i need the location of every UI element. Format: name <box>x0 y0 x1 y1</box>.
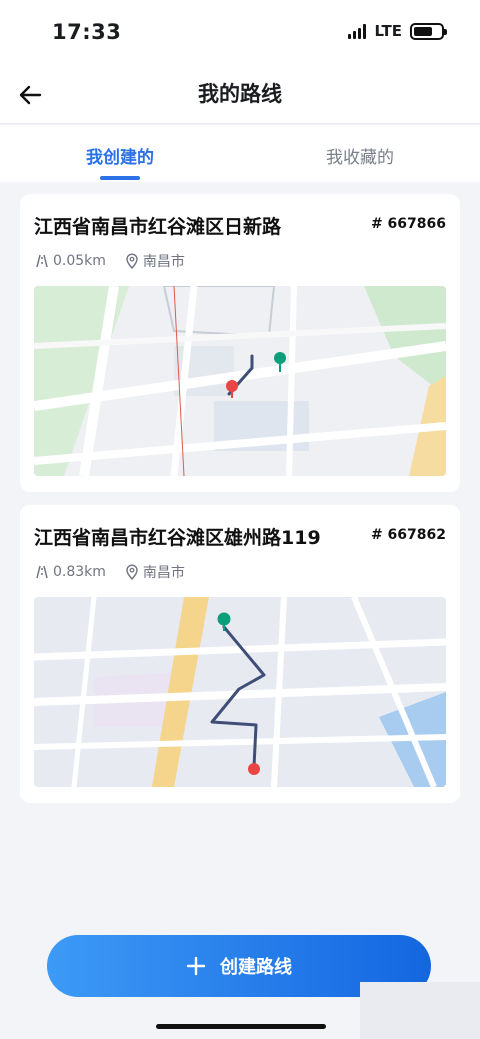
end-pin-icon <box>248 763 260 775</box>
route-city: 南昌市 <box>142 565 185 581</box>
status-indicators: LTE <box>348 22 447 40</box>
location-pin-icon <box>126 253 138 269</box>
corner-overlay <box>360 982 480 1039</box>
tab-favorites[interactable]: 我收藏的 <box>300 143 420 168</box>
route-meta: 0.83km 南昌市 <box>34 562 203 582</box>
map-image <box>34 286 446 476</box>
route-distance: 0.05km <box>53 253 106 269</box>
route-distance: 0.83km <box>53 564 106 580</box>
status-time: 17:33 <box>52 20 122 44</box>
home-indicator <box>156 1024 326 1029</box>
route-city: 南昌市 <box>142 254 185 270</box>
route-card[interactable]: 江西省南昌市红谷滩区日新路 # 667866 0.05km 南昌市 <box>20 194 460 492</box>
route-distance-icon <box>36 254 48 268</box>
route-id: # 667866 <box>370 216 446 232</box>
map-image <box>34 597 446 787</box>
create-route-label: 创建路线 <box>220 957 292 978</box>
location-pin-icon <box>126 564 138 580</box>
plus-icon <box>186 956 206 976</box>
tab-active-indicator <box>100 176 140 180</box>
signal-icon <box>348 23 367 39</box>
route-title: 江西省南昌市红谷滩区雄州路119 <box>34 527 321 549</box>
route-map[interactable] <box>34 286 446 476</box>
route-distance-icon <box>36 565 48 579</box>
status-bar: 17:33 LTE <box>0 0 480 66</box>
tab-created[interactable]: 我创建的 <box>60 143 180 168</box>
page-title: 我的路线 <box>198 82 282 106</box>
route-title: 江西省南昌市红谷滩区日新路 <box>34 216 282 238</box>
route-map[interactable] <box>34 597 446 787</box>
route-card[interactable]: 江西省南昌市红谷滩区雄州路119 # 667862 0.83km 南昌市 <box>20 505 460 803</box>
route-id: # 667862 <box>370 527 446 543</box>
battery-icon <box>410 22 447 40</box>
tab-bar: 我创建的 我收藏的 <box>0 125 480 182</box>
nav-header: 我的路线 <box>0 66 480 124</box>
route-meta: 0.05km 南昌市 <box>34 251 203 271</box>
network-label: LTE <box>374 22 402 40</box>
